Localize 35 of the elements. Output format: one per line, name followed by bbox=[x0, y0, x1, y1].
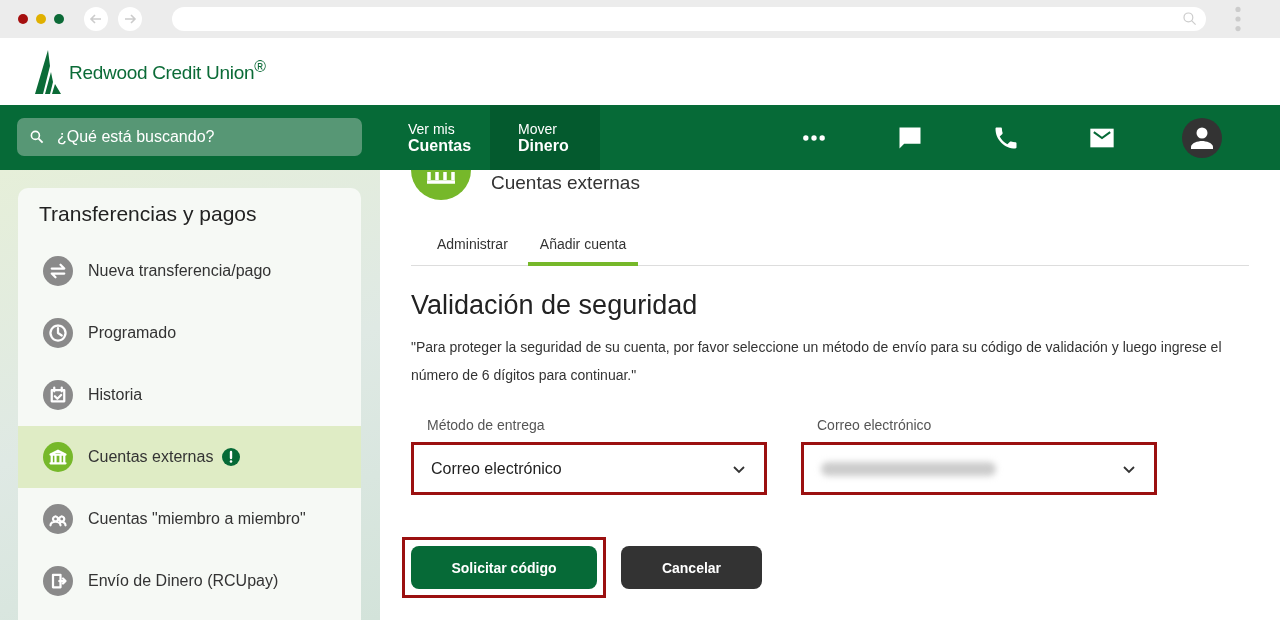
action-button[interactable]: Cancelar bbox=[621, 546, 762, 589]
description-text: "Para proteger la seguridad de su cuenta, por favor seleccione un método de envío para su código de validación y luego ingrese el número de 6 dígitos para continuar." bbox=[411, 338, 1223, 385]
sidebar-item[interactable]: Historia bbox=[18, 364, 361, 426]
section-title: Validación de seguridad bbox=[411, 290, 699, 321]
dropdown-field[interactable]: Correo electrónico bbox=[411, 442, 767, 495]
tab[interactable]: Añadir cuenta bbox=[527, 228, 639, 266]
action-button[interactable]: Solicitar código bbox=[411, 546, 597, 589]
minimize-dot-icon[interactable] bbox=[36, 14, 46, 24]
sidebar-item[interactable]: Cuentas externas bbox=[18, 426, 361, 488]
sidebar-item[interactable]: Nueva transferencia/pago bbox=[18, 240, 361, 302]
tab[interactable]: Administrar bbox=[425, 228, 520, 266]
nav-tab[interactable]: Mover Dinero bbox=[490, 105, 600, 170]
dropdown-field[interactable] bbox=[801, 442, 1157, 495]
close-dot-icon[interactable] bbox=[18, 14, 28, 24]
profile-icon[interactable] bbox=[1182, 117, 1222, 158]
clock-icon bbox=[43, 318, 73, 348]
maximize-dot-icon[interactable] bbox=[54, 14, 64, 24]
tree-logo-icon bbox=[35, 49, 63, 94]
sidebar-item[interactable]: Programado bbox=[18, 302, 361, 364]
swap-arrows-icon bbox=[43, 256, 73, 286]
field-label: Correo electrónico bbox=[816, 417, 933, 433]
field-label: Método de entrega bbox=[426, 417, 546, 433]
search-icon bbox=[29, 129, 45, 145]
calendar-check-icon bbox=[43, 380, 73, 410]
sidebar-item[interactable]: Envío de Dinero (RCUpay) bbox=[18, 550, 361, 612]
logo-text: Redwood Credit Union$^{®}$ bbox=[69, 58, 266, 85]
nav-tab[interactable]: Ver mis Cuentas bbox=[380, 105, 490, 170]
page-title: Cuentas externas bbox=[491, 172, 640, 194]
sidebar-title: Transferencias y pagos bbox=[38, 202, 258, 226]
bank-icon bbox=[43, 442, 73, 472]
exit-icon bbox=[43, 566, 73, 596]
bank-icon bbox=[411, 170, 471, 200]
people-icon bbox=[43, 504, 73, 534]
sidebar-item[interactable]: Cuentas "miembro a miembro" bbox=[18, 488, 361, 550]
search-field[interactable]: ¿Qué está buscando? bbox=[17, 118, 362, 156]
